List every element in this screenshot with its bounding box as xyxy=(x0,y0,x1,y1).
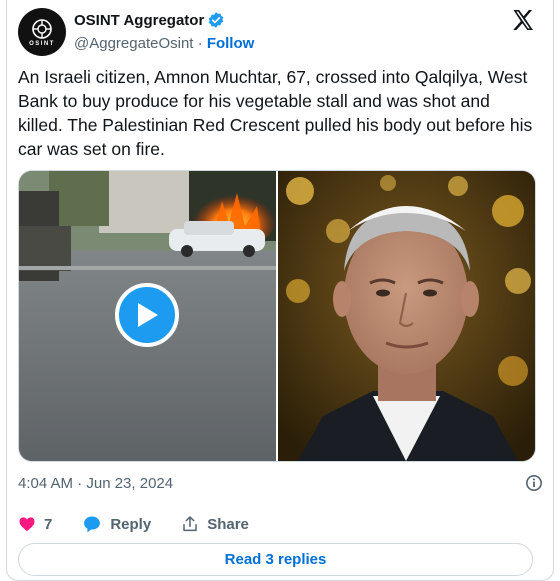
osint-logo-icon xyxy=(32,18,52,39)
tweet-text: An Israeli citizen, Amnon Muchtar, 67, c… xyxy=(18,67,533,159)
portrait-image xyxy=(278,171,535,461)
share-icon xyxy=(183,516,197,532)
reply-label: Reply xyxy=(110,515,152,533)
share-button[interactable]: Share xyxy=(181,515,249,533)
media-grid[interactable] xyxy=(18,170,536,462)
follow-button[interactable]: Follow xyxy=(207,35,255,52)
info-icon[interactable] xyxy=(525,474,543,499)
verified-badge-icon xyxy=(207,11,225,29)
x-logo-icon[interactable] xyxy=(511,8,535,32)
heart-icon xyxy=(19,517,35,532)
tweet-card[interactable]: OSINT OSINT Aggregator @AggregateOsint ·… xyxy=(6,0,554,581)
play-icon xyxy=(138,303,158,327)
video-thumbnail[interactable] xyxy=(19,171,276,461)
handle-separator: · xyxy=(193,35,207,52)
tweet-timestamp[interactable]: 4:04 AM · Jun 23, 2024 xyxy=(18,475,173,492)
share-label: Share xyxy=(207,515,249,533)
like-button[interactable]: 7 xyxy=(18,515,52,533)
avatar[interactable]: OSINT xyxy=(18,8,66,56)
play-button[interactable] xyxy=(115,283,179,347)
tweet-header: OSINT OSINT Aggregator @AggregateOsint ·… xyxy=(18,6,545,56)
action-bar: 7 Reply Share xyxy=(18,512,279,536)
like-count: 7 xyxy=(44,515,53,533)
reply-bubble-icon xyxy=(84,516,101,533)
display-name[interactable]: OSINT Aggregator xyxy=(74,12,204,29)
tweet-meta: 4:04 AM · Jun 23, 2024 xyxy=(18,473,543,495)
avatar-text: OSINT xyxy=(29,40,55,47)
author-names: OSINT Aggregator @AggregateOsint · Follo… xyxy=(74,9,254,55)
read-replies-button[interactable]: Read 3 replies xyxy=(18,543,533,576)
reply-button[interactable]: Reply xyxy=(82,514,151,534)
author-handle[interactable]: @AggregateOsint xyxy=(74,35,193,52)
photo-thumbnail[interactable] xyxy=(278,171,535,461)
